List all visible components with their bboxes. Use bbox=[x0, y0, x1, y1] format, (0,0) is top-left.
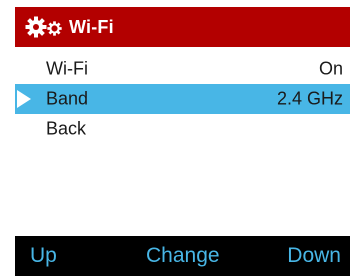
menu-item-value: On bbox=[318, 58, 343, 79]
title-bar: Wi-Fi bbox=[15, 7, 350, 47]
down-softkey[interactable]: Down bbox=[287, 244, 341, 268]
menu-item-value: 2.4 GHz bbox=[276, 88, 343, 109]
softkey-bar: Up Change Down bbox=[15, 236, 350, 276]
page-title: Wi-Fi bbox=[69, 16, 114, 37]
menu-item-label: Band bbox=[46, 88, 89, 109]
selection-arrow-icon bbox=[17, 90, 31, 108]
settings-menu: Wi-Fi On Band 2.4 GHz Back bbox=[15, 54, 350, 144]
menu-item-label: Wi-Fi bbox=[46, 58, 88, 79]
change-softkey[interactable]: Change bbox=[146, 244, 220, 268]
menu-item-band[interactable]: Band 2.4 GHz bbox=[15, 84, 350, 114]
gears-icon bbox=[25, 13, 65, 41]
up-softkey[interactable]: Up bbox=[30, 244, 57, 268]
menu-item-back[interactable]: Back bbox=[15, 114, 350, 144]
menu-item-wifi[interactable]: Wi-Fi On bbox=[15, 54, 350, 84]
device-screen: Wi-Fi Wi-Fi On Band 2.4 GHz Back Up Chan… bbox=[15, 7, 350, 276]
menu-item-label: Back bbox=[46, 118, 87, 139]
